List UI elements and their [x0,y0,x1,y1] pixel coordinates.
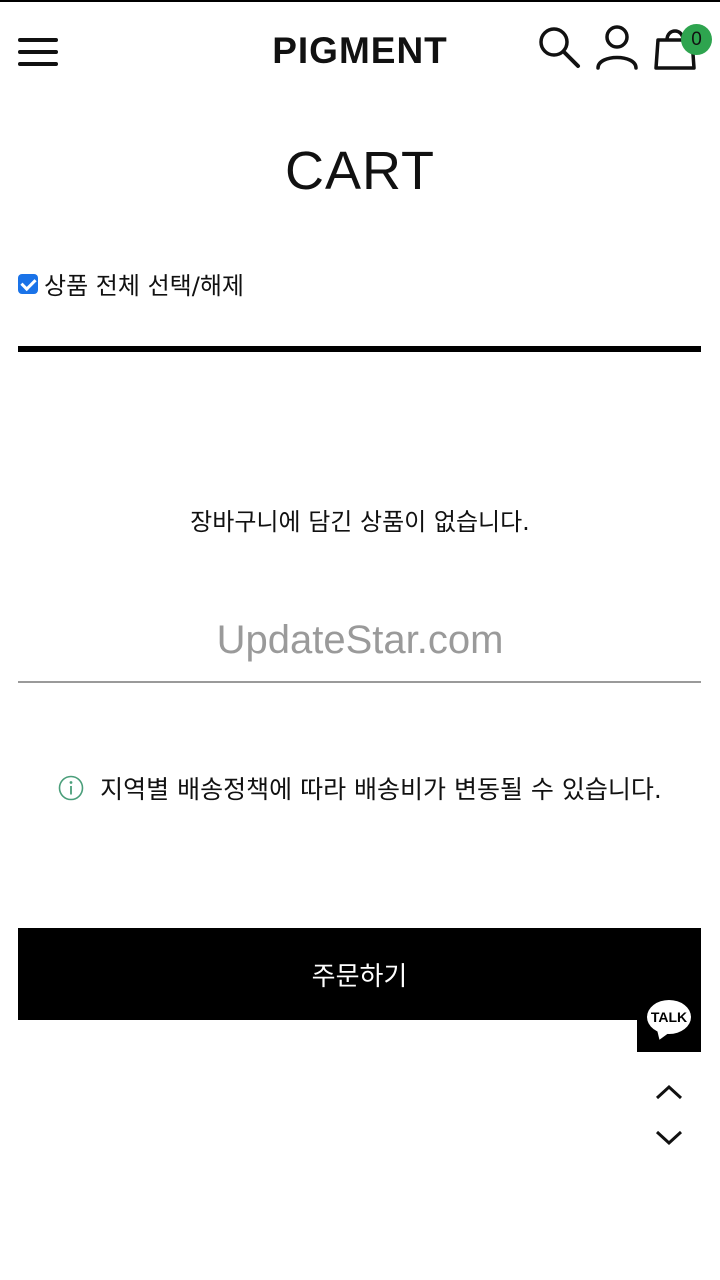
order-button[interactable]: 주문하기 [18,928,701,1020]
shipping-notice-text: 지역별 배송정책에 따라 배송비가 변동될 수 있습니다. [100,775,662,804]
shipping-notice: 지역별 배송정책에 따라 배송비가 변동될 수 있습니다. [0,770,720,806]
cart-count-badge: 0 [681,24,712,55]
chevron-up-icon[interactable] [652,1078,686,1106]
info-icon [58,775,84,801]
watermark: UpdateStar.com [216,618,504,662]
page-title: CART [284,141,436,201]
talk-icon: TALK [647,1000,691,1034]
divider [18,681,701,683]
chevron-down-icon[interactable] [652,1124,686,1152]
select-all-checkbox[interactable] [18,273,38,294]
select-all-toggle[interactable]: 상품 전체 선택/해제 [18,266,244,301]
empty-cart-message: 장바구니에 담긴 상품이 없습니다. [190,508,530,536]
select-all-label: 상품 전체 선택/해제 [44,272,244,300]
kakao-talk-button[interactable]: TALK [637,988,701,1052]
search-icon[interactable] [534,22,584,72]
user-icon[interactable] [592,22,642,72]
top-border [0,0,720,2]
divider [18,346,701,352]
